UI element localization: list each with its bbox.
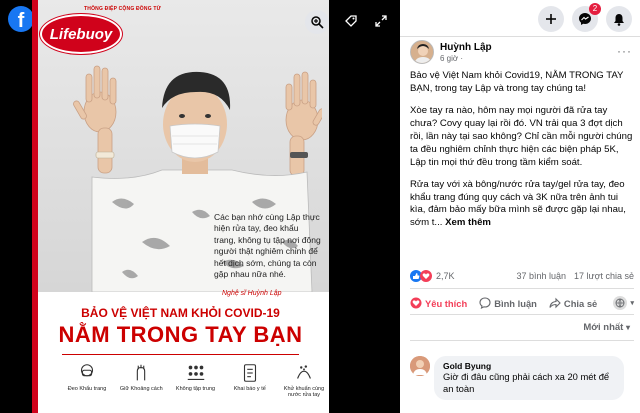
poster-quote-author: Nghệ sĩ Huỳnh Lập <box>222 290 282 297</box>
poster-headline: NẰM TRONG TAY BẠN <box>58 322 303 347</box>
poster-quote: Các bạn nhớ cùng Lập thực hiện rửa tay, … <box>214 212 321 280</box>
author-avatar[interactable] <box>410 40 434 64</box>
author-name[interactable]: Huỳnh Lập <box>440 42 492 53</box>
fullscreen-icon <box>375 15 387 27</box>
like-button[interactable]: Yêu thích <box>410 297 467 309</box>
messenger-button[interactable]: 2 <box>572 3 601 32</box>
campaign-poster: THÔNG ĐIỆP CỘNG ĐỒNG TỪ Lifebuoy Các bạn… <box>32 0 329 413</box>
no-gathering-icon <box>187 365 204 380</box>
step-mask: Đeo Khẩu trang <box>62 362 112 398</box>
messenger-badge: 2 <box>589 3 601 15</box>
chevron-down-icon: ▾ <box>625 323 630 332</box>
chevron-down-icon: ▾ <box>630 300 634 307</box>
post-timestamp[interactable]: 6 giờ · <box>440 54 492 63</box>
poster-red-bar <box>32 0 38 413</box>
avatar-image <box>411 41 433 63</box>
post-paragraph-last: Rửa tay với xà bông/nước rửa tay/gel rửa… <box>410 179 634 231</box>
comment-icon <box>479 297 491 309</box>
post-paragraph: Bảo vệ Việt Nam khỏi Covid19, NẰM TRONG … <box>410 70 624 94</box>
step-health-declaration: Khai báo y tế <box>225 362 275 398</box>
share-icon <box>549 297 561 309</box>
post-actions: Yêu thích Bình luận Chia sẻ ▾ <box>410 296 634 310</box>
photo-theater: f THÔNG ĐIỆP CỘNG ĐỒNG TỪ Lifebuoy Các b… <box>0 0 640 413</box>
plus-icon <box>546 14 556 24</box>
reaction-count[interactable]: 2,7K <box>436 271 455 281</box>
like-label: Yêu thích <box>425 297 468 309</box>
stats-divider <box>410 288 634 289</box>
step-label: Giữ Khoảng cách <box>119 386 163 392</box>
fullscreen-button[interactable] <box>370 10 392 32</box>
tag-button[interactable] <box>340 10 362 32</box>
post-header: Huỳnh Lập 6 giờ · <box>410 40 492 64</box>
tag-icon <box>345 15 357 27</box>
post-panel: 2 Huỳnh Lập 6 giờ · ··· Bảo vệ Việt Nam … <box>400 0 640 413</box>
poster-subheading: BẢO VỆ VIỆT NAM KHỎI COVID-19 <box>81 306 280 320</box>
comment-text: Giờ đi đâu cũng phải cách xa 20 mét để a… <box>443 371 610 395</box>
post-options-button[interactable]: ··· <box>617 44 632 58</box>
step-no-gathering: Không tập trung <box>171 362 221 398</box>
step-sanitize: Khử khuẩn cùng nước rửa tay <box>279 362 329 398</box>
comment-label: Bình luận <box>494 297 537 309</box>
health-declaration-icon <box>243 364 256 382</box>
actions-divider <box>410 314 634 315</box>
audience-selector[interactable]: ▾ <box>613 296 634 310</box>
step-label: Không tập trung <box>175 386 216 392</box>
comments-divider <box>410 340 634 341</box>
viewer-avatar-icon <box>613 296 628 310</box>
create-button[interactable] <box>538 6 564 32</box>
sort-label: Mới nhất <box>583 322 624 333</box>
step-label: Khai báo y tế <box>233 386 266 392</box>
comment-button[interactable]: Bình luận <box>479 297 537 309</box>
prevention-steps: Đeo Khẩu trang Giữ Khoảng cách Không tập… <box>62 362 329 398</box>
post-stats: 2,7K 37 bình luận 17 lượt chia sẻ <box>410 270 634 282</box>
header-divider <box>400 36 640 37</box>
shares-count[interactable]: 17 lượt chia sẻ <box>574 271 634 281</box>
lifebuoy-logo: Lifebuoy <box>40 14 122 54</box>
mask-icon <box>80 364 94 377</box>
sanitize-hands-icon <box>297 365 311 379</box>
messenger-icon <box>579 13 591 25</box>
zoom-in-button[interactable] <box>305 10 329 34</box>
photo-viewer: f THÔNG ĐIỆP CỘNG ĐỒNG TỪ Lifebuoy Các b… <box>0 0 400 413</box>
bell-icon <box>614 13 624 26</box>
step-label: Đeo Khẩu trang <box>67 386 107 392</box>
poster-divider <box>62 354 299 355</box>
commenter-avatar[interactable] <box>410 356 430 376</box>
lifebuoy-logo-text: Lifebuoy <box>49 25 113 43</box>
distance-icon <box>137 364 146 381</box>
see-more-link[interactable]: Xem thêm <box>445 217 491 228</box>
comment-item: Gold Byung Giờ đi đâu cũng phải cách xa … <box>410 356 624 401</box>
love-reaction-icon[interactable] <box>420 270 432 282</box>
heart-icon <box>410 297 422 309</box>
share-label: Chia sẻ <box>563 297 598 309</box>
facebook-logo[interactable]: f <box>8 6 34 32</box>
step-label: Khử khuẩn cùng nước rửa tay <box>283 386 325 399</box>
step-distance: Giữ Khoảng cách <box>116 362 166 398</box>
comment-bubble: Gold Byung Giờ đi đâu cũng phải cách xa … <box>434 356 624 401</box>
post-body: Bảo vệ Việt Nam khỏi Covid19, NẰM TRONG … <box>410 70 634 239</box>
post-paragraph: Rửa tay với xà bông/nước rửa tay/gel rửa… <box>410 178 626 229</box>
share-button[interactable]: Chia sẻ <box>549 297 597 309</box>
comments-count[interactable]: 37 bình luận <box>516 271 566 281</box>
comment-sort-button[interactable]: Mới nhất ▾ <box>583 322 630 333</box>
header-actions: 2 <box>538 3 632 32</box>
notifications-button[interactable] <box>606 6 632 32</box>
post-paragraph: Xòe tay ra nào, hôm nay mọi người đã rửa… <box>410 104 633 168</box>
zoom-in-icon <box>311 16 324 29</box>
commenter-name[interactable]: Gold Byung <box>443 361 615 371</box>
poster-tagline: THÔNG ĐIỆP CỘNG ĐỒNG TỪ <box>84 6 161 12</box>
